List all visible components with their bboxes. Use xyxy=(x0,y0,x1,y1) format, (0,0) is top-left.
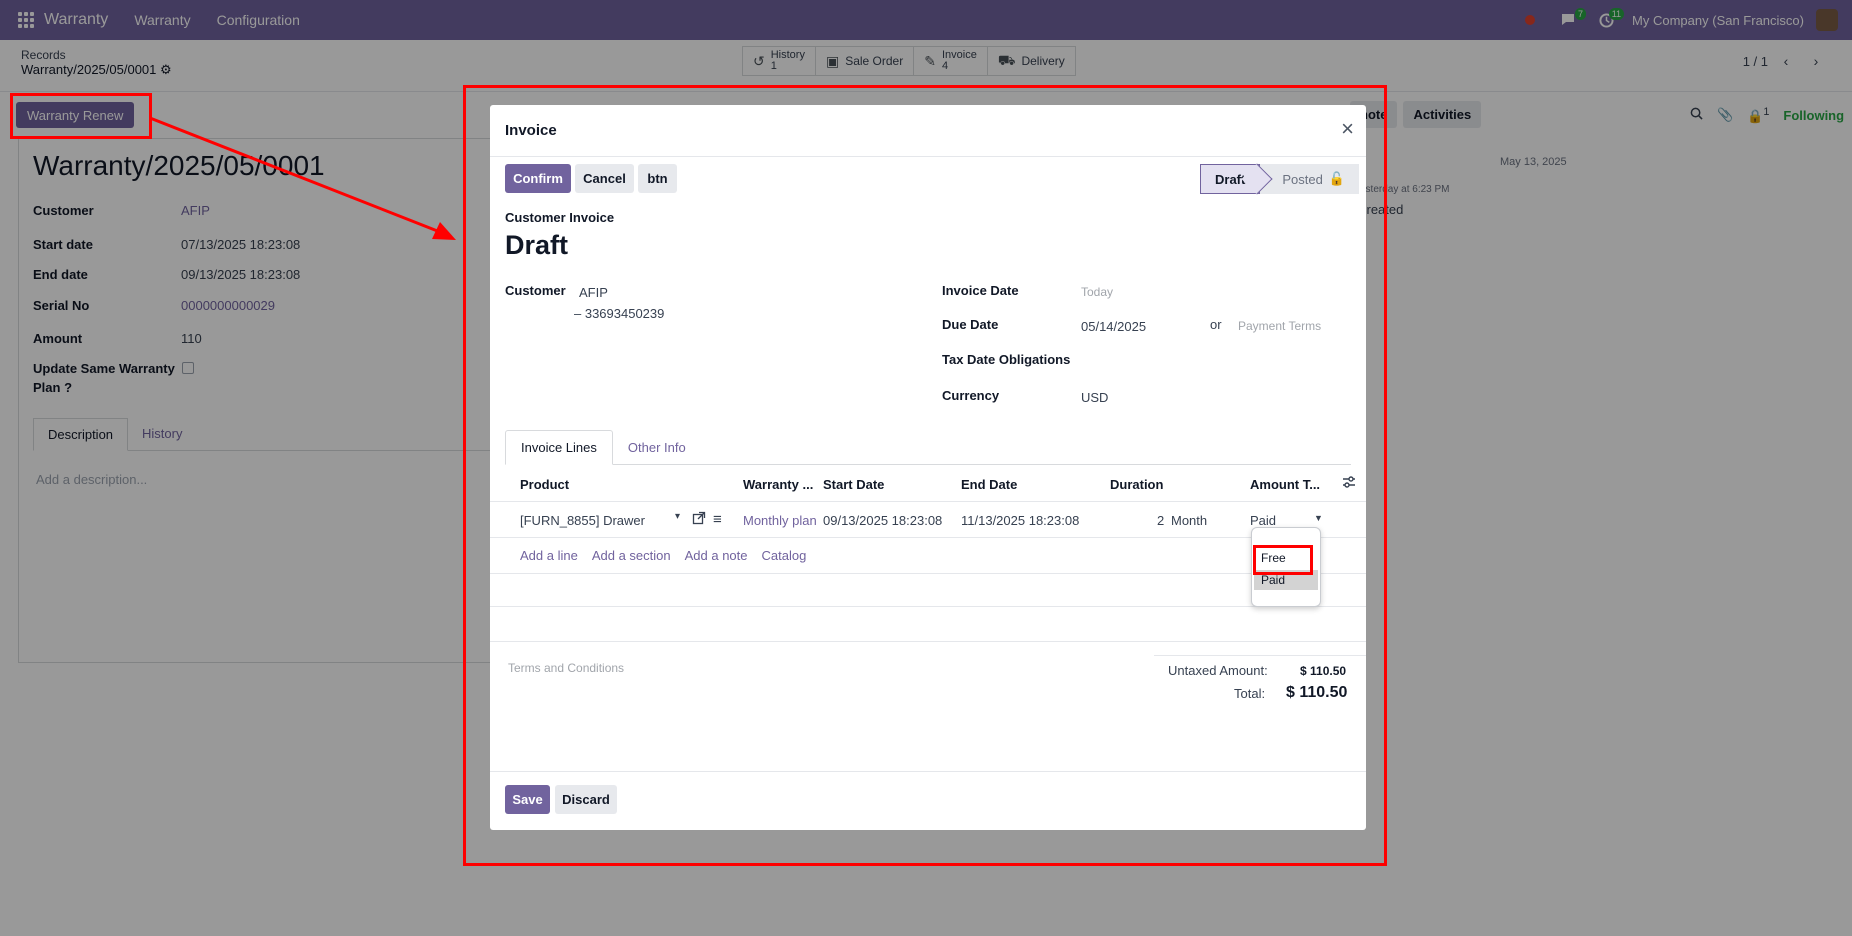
annotation-arrow xyxy=(149,116,456,240)
